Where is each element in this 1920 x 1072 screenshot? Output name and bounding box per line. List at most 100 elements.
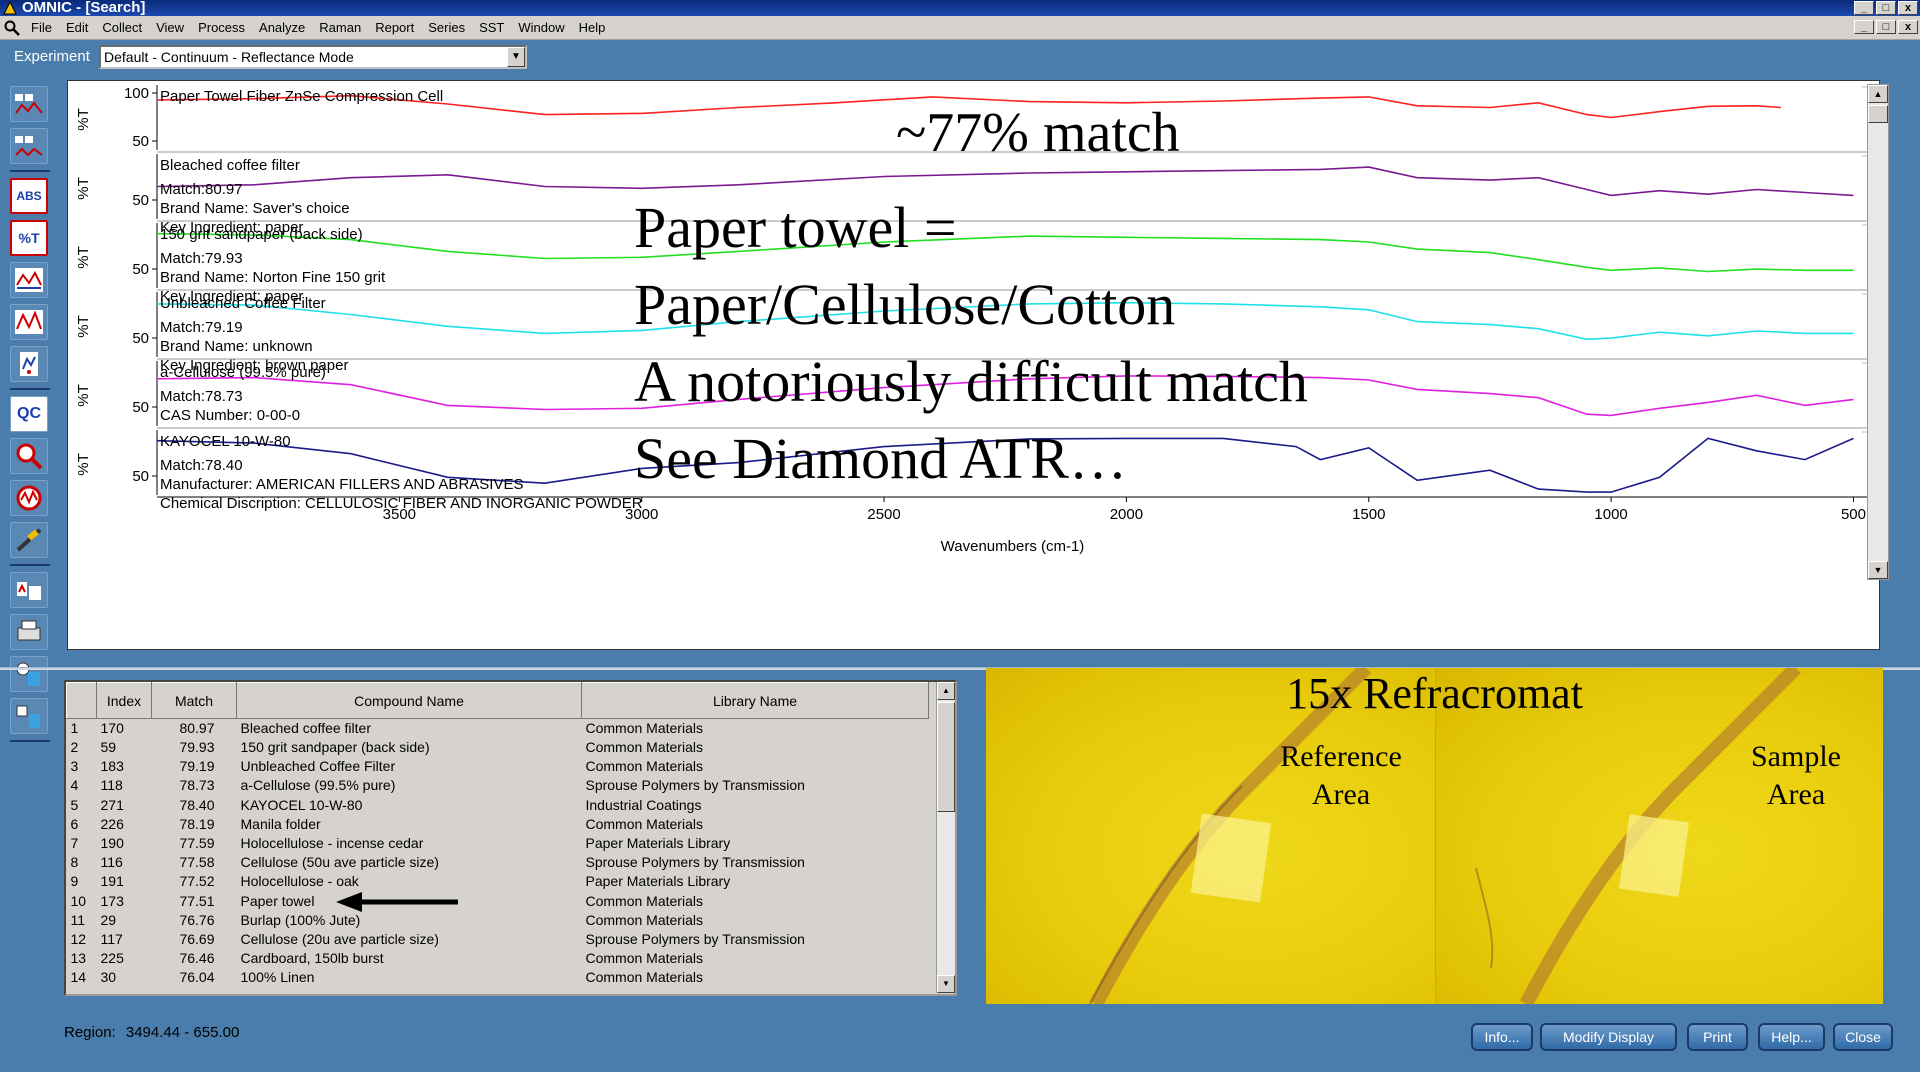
- menu-raman[interactable]: Raman: [312, 20, 368, 35]
- cell-index: 117: [100, 930, 123, 947]
- col-header-index[interactable]: Index: [96, 682, 152, 719]
- table-row[interactable]: 12 117 76.69 Cellulose (20u ave particle si…: [67, 930, 929, 949]
- annotation-line-3: A notoriously difficult match: [634, 349, 1308, 414]
- chevron-down-icon[interactable]: ▼: [507, 47, 525, 67]
- scroll-down-icon[interactable]: ▼: [937, 975, 955, 993]
- col-header-library[interactable]: Library Name: [581, 682, 929, 719]
- help-button[interactable]: Help...: [1758, 1023, 1825, 1051]
- table-row[interactable]: 4 118 78.73 a-Cellulose (99.5% pure) Sprouse…: [67, 776, 929, 795]
- absorbance-icon[interactable]: ABS: [10, 178, 48, 214]
- print-report-icon[interactable]: [10, 614, 48, 650]
- arrow-pointer-icon: [336, 892, 458, 912]
- cell-compound: KAYOCEL 10-W-80: [240, 796, 363, 813]
- experiment-select[interactable]: Default - Continuum - Reflectance Mode ▼: [99, 45, 527, 69]
- x-tick-label: 1000: [1594, 506, 1627, 523]
- spectra-scrollbar[interactable]: ▲ ▼: [1867, 84, 1889, 580]
- background-collect-icon[interactable]: [10, 128, 48, 164]
- spectrum-info-line: Brand Name: Saver's choice: [160, 200, 350, 217]
- cell-match: 76.69: [179, 930, 215, 947]
- table-row[interactable]: 1 170 80.97 Bleached coffee filter Common Ma…: [67, 719, 929, 739]
- menu-edit[interactable]: Edit: [59, 20, 95, 35]
- search-icon[interactable]: [10, 438, 48, 474]
- autobaseline-icon[interactable]: [10, 304, 48, 340]
- menu-sst[interactable]: SST: [472, 20, 511, 35]
- doc-close-button[interactable]: x: [1898, 20, 1918, 34]
- table-row[interactable]: 5 271 78.40 KAYOCEL 10-W-80 Industrial Coati…: [67, 796, 929, 815]
- library-setup-icon[interactable]: [10, 572, 48, 608]
- percent-transmittance-icon[interactable]: %T: [10, 220, 48, 256]
- scroll-thumb[interactable]: [937, 702, 955, 812]
- table-row[interactable]: 2 59 79.93 150 grit sandpaper (back side) Co…: [67, 738, 929, 757]
- cell-match: 77.59: [179, 835, 215, 852]
- table-row[interactable]: 8 116 77.58 Cellulose (50u ave particle siz…: [67, 853, 929, 872]
- col-header-rank[interactable]: [66, 682, 97, 719]
- close-window-button[interactable]: x: [1898, 1, 1918, 15]
- spectrum-collect-icon[interactable]: [10, 86, 48, 122]
- cell-match: 76.76: [179, 911, 215, 928]
- scroll-down-icon[interactable]: ▼: [1868, 561, 1888, 579]
- magnifier-icon: [4, 20, 20, 36]
- table-row[interactable]: 6 226 78.19 Manila folder Common Materials: [67, 815, 929, 834]
- experiment-value: Default - Continuum - Reflectance Mode: [104, 49, 354, 65]
- edit-tool-icon[interactable]: [10, 522, 48, 558]
- cell-library: Sprouse Polymers by Transmission: [585, 930, 805, 947]
- menu-view[interactable]: View: [149, 20, 191, 35]
- match-annotation: ~77% match: [896, 102, 1180, 164]
- cell-index: 226: [100, 815, 124, 832]
- sample-label-1: Sample: [1751, 740, 1841, 773]
- menu-help[interactable]: Help: [572, 20, 613, 35]
- maximize-button[interactable]: □: [1876, 1, 1896, 15]
- find-peaks-icon[interactable]: [10, 480, 48, 516]
- scroll-up-icon[interactable]: ▲: [937, 682, 955, 700]
- baseline-correct-icon[interactable]: [10, 262, 48, 298]
- sample-label-2: Area: [1766, 778, 1826, 811]
- close-button[interactable]: Close: [1833, 1023, 1893, 1051]
- cell-compound: Manila folder: [240, 815, 321, 832]
- reference-label-2: Area: [1311, 778, 1371, 811]
- table-row[interactable]: 14 30 76.04 100% Linen Common Materials: [67, 968, 929, 987]
- table-row[interactable]: 3 183 79.19 Unbleached Coffee Filter Common …: [67, 757, 929, 776]
- print-button[interactable]: Print: [1687, 1023, 1748, 1051]
- cell-library: Common Materials: [585, 950, 703, 967]
- table-row[interactable]: 9 191 77.52 Holocellulose - oak Paper Materi…: [67, 872, 929, 891]
- x-tick-label: 2000: [1110, 506, 1143, 523]
- spectral-math-icon[interactable]: [10, 656, 48, 692]
- cell-index: 30: [100, 969, 117, 986]
- cell-rank: 13: [70, 950, 87, 967]
- table-row[interactable]: 10 173 77.51 Paper towel Common Materials: [67, 892, 929, 911]
- full-scale-icon[interactable]: [10, 346, 48, 382]
- qc-compare-icon[interactable]: QC: [10, 396, 48, 432]
- minimize-button[interactable]: _: [1854, 1, 1874, 15]
- annotation-line-4: See Diamond ATR…: [634, 426, 1127, 491]
- menu-process[interactable]: Process: [191, 20, 252, 35]
- spectrum-name: Paper Towel Fiber ZnSe Compression Cell: [160, 88, 443, 105]
- cell-library: Sprouse Polymers by Transmission: [585, 777, 805, 794]
- spectrum-name: Unbleached Coffee Filter: [160, 295, 326, 312]
- table-row[interactable]: 13 225 76.46 Cardboard, 150lb burst Common M…: [67, 949, 929, 968]
- info-button[interactable]: Info...: [1471, 1023, 1533, 1051]
- menu-analyze[interactable]: Analyze: [252, 20, 312, 35]
- y-tick-label: 50: [132, 192, 149, 209]
- table-row[interactable]: 11 29 76.76 Burlap (100% Jute) Common Materi…: [67, 911, 929, 930]
- results-scrollbar[interactable]: ▲ ▼: [936, 682, 955, 993]
- scroll-thumb[interactable]: [1868, 105, 1888, 123]
- cell-rank: 12: [70, 930, 87, 947]
- doc-maximize-button[interactable]: □: [1876, 20, 1896, 34]
- menu-window[interactable]: Window: [511, 20, 571, 35]
- menu-collect[interactable]: Collect: [95, 20, 149, 35]
- cell-library: Common Materials: [585, 815, 703, 832]
- scroll-up-icon[interactable]: ▲: [1868, 85, 1888, 103]
- x-axis-label: Wavenumbers (cm-1): [941, 538, 1085, 555]
- compare-icon[interactable]: [10, 698, 48, 734]
- cell-compound: Holocellulose - incense cedar: [240, 835, 424, 852]
- col-header-compound[interactable]: Compound Name: [236, 682, 582, 719]
- cell-match: 77.58: [179, 854, 215, 871]
- doc-minimize-button[interactable]: _: [1854, 20, 1874, 34]
- col-header-match[interactable]: Match: [151, 682, 237, 719]
- table-row[interactable]: 7 190 77.59 Holocellulose - incense cedar Pa…: [67, 834, 929, 853]
- modify-display-button[interactable]: Modify Display: [1540, 1023, 1677, 1051]
- menu-file[interactable]: File: [24, 20, 59, 35]
- region-status: Region: 3494.44 - 655.00: [64, 1024, 239, 1041]
- menu-series[interactable]: Series: [421, 20, 472, 35]
- menu-report[interactable]: Report: [368, 20, 421, 35]
